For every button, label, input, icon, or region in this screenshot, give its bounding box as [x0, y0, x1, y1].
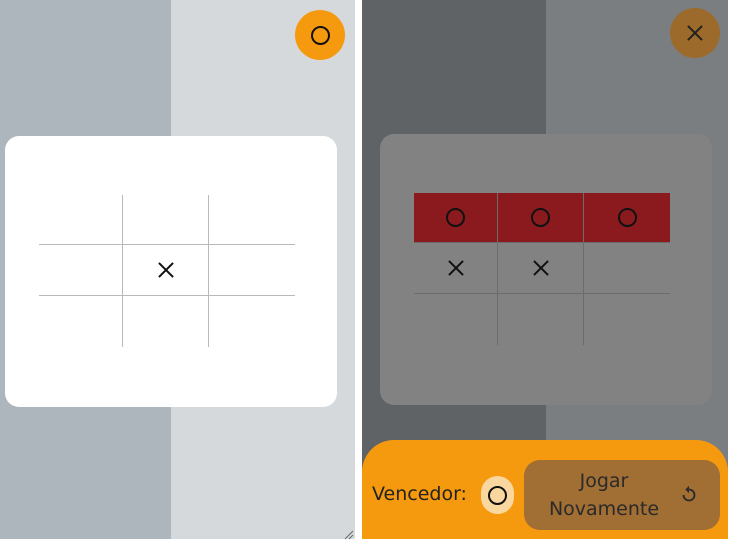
game-screen-finished: Vencedor: Jogar Novamente [362, 0, 728, 539]
board-cell[interactable] [414, 294, 498, 345]
board-cell[interactable] [584, 243, 670, 294]
panel-divider [355, 0, 362, 543]
board-card [380, 134, 712, 405]
game-board [414, 193, 670, 345]
board-cell[interactable] [39, 296, 123, 347]
restart-icon [682, 485, 696, 502]
board-cell [414, 193, 498, 243]
board-cell[interactable] [39, 245, 123, 296]
result-sheet: Vencedor: Jogar Novamente [362, 440, 728, 539]
board-cell[interactable] [209, 296, 295, 347]
board-cell [498, 193, 584, 243]
cross-icon [448, 260, 464, 276]
turn-indicator [670, 8, 720, 58]
board-cell[interactable] [123, 296, 209, 347]
board-cell[interactable] [209, 245, 295, 296]
board-cell[interactable] [584, 294, 670, 345]
play-again-label: Jogar Novamente [548, 470, 660, 520]
game-screen-playing [0, 0, 355, 539]
board-cell [584, 193, 670, 243]
winner-label: Vencedor: [372, 483, 467, 505]
board-cell [498, 243, 584, 294]
board-cell[interactable] [498, 294, 584, 345]
board-cell[interactable] [209, 195, 295, 245]
board-cell [123, 245, 209, 296]
circle-icon [488, 485, 507, 505]
board-card [5, 136, 337, 407]
cross-icon [533, 260, 549, 276]
turn-indicator [295, 10, 345, 60]
cross-icon [687, 25, 703, 41]
board-cell[interactable] [39, 195, 123, 245]
circle-icon [310, 25, 330, 45]
circle-icon [446, 208, 465, 227]
winner-badge [481, 476, 514, 514]
board-cell [414, 243, 498, 294]
circle-icon [617, 208, 637, 227]
circle-icon [531, 208, 550, 227]
game-board [39, 195, 295, 347]
cross-icon [158, 262, 174, 278]
board-cell[interactable] [123, 195, 209, 245]
play-again-button[interactable]: Jogar Novamente [524, 460, 720, 530]
resize-grip-icon[interactable] [342, 528, 354, 540]
